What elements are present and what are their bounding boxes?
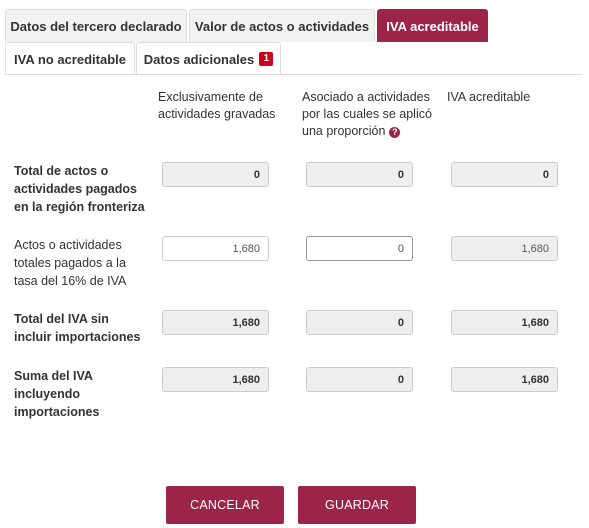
row-label-line: importaciones <box>14 405 100 419</box>
column-header-line: una proporción? <box>302 123 442 140</box>
total-sin-importaciones-iva-field <box>451 310 558 335</box>
tab-datos-adicionales[interactable]: Datos adicionales 1 <box>136 42 281 75</box>
tasa-16-exclusivas-input[interactable] <box>162 236 269 261</box>
row-label-line: Total del IVA sin <box>14 312 109 326</box>
column-header-line: Asociado a actividades <box>302 90 430 104</box>
tab-label: Datos adicionales <box>143 51 255 67</box>
column-header-line: Exclusivamente de <box>158 90 263 104</box>
row-label-region-fronteriza: Total de actos o actividades pagados en … <box>14 162 149 216</box>
region-fronteriza-exclusivas-field <box>162 162 269 187</box>
suma-importaciones-asociado-field <box>306 367 413 392</box>
total-sin-importaciones-asociado-field <box>306 310 413 335</box>
save-button[interactable]: GUARDAR <box>298 486 416 524</box>
row-label-total-sin-importaciones: Total del IVA sin incluir importaciones <box>14 310 149 346</box>
iva-acreditable-form: Datos del tercero declarado Valor de act… <box>0 0 589 528</box>
row-label-line: tasa del 16% de IVA <box>14 274 127 288</box>
row-label-line: Actos o actividades <box>14 238 122 252</box>
tasa-16-iva-field <box>451 236 558 261</box>
row-label-tasa-16: Actos o actividades totales pagados a la… <box>14 236 149 290</box>
column-header-line: actividades gravadas <box>158 107 276 121</box>
region-fronteriza-iva-field <box>451 162 558 187</box>
column-header-iva-acreditable: IVA acreditable <box>447 89 577 106</box>
cancel-button[interactable]: CANCELAR <box>166 486 284 524</box>
region-fronteriza-asociado-field <box>306 162 413 187</box>
row-label-line: Total de actos o <box>14 164 109 178</box>
row-label-line: Suma del IVA <box>14 369 93 383</box>
column-header-asociado: Asociado a actividades por las cuales se… <box>302 89 442 140</box>
tab-valor-actos[interactable]: Valor de actos o actividades <box>189 9 375 42</box>
tasa-16-asociado-input[interactable] <box>306 236 413 261</box>
column-header-line: IVA acreditable <box>447 90 531 104</box>
tab-label: IVA no acreditable <box>14 51 126 67</box>
tab-label: Valor de actos o actividades <box>194 18 370 34</box>
tab-datos-tercero[interactable]: Datos del tercero declarado <box>5 9 187 42</box>
row-label-line: totales pagados a la <box>14 256 126 270</box>
question-circle-icon[interactable]: ? <box>389 127 401 138</box>
column-header-text: una proporción <box>302 124 386 138</box>
row-label-line: incluyendo <box>14 387 80 401</box>
column-header-exclusivamente: Exclusivamente de actividades gravadas <box>158 89 288 123</box>
tab-iva-no-acreditable[interactable]: IVA no acreditable <box>5 42 135 75</box>
row-label-suma-con-importaciones: Suma del IVA incluyendo importaciones <box>14 367 149 421</box>
tab-iva-acreditable[interactable]: IVA acreditable <box>377 9 488 42</box>
total-sin-importaciones-exclusivas-field <box>162 310 269 335</box>
tab-label: Datos del tercero declarado <box>10 18 182 34</box>
row-label-line: incluir importaciones <box>14 330 141 344</box>
column-header-line: por las cuales se aplicó <box>302 107 432 121</box>
notification-badge: 1 <box>259 52 274 66</box>
suma-importaciones-iva-field <box>451 367 558 392</box>
row-label-line: en la región fronteriza <box>14 200 145 214</box>
tab-label: IVA acreditable <box>386 18 479 34</box>
tabs-divider <box>5 74 582 75</box>
suma-importaciones-exclusivas-field <box>162 367 269 392</box>
row-label-line: actividades pagados <box>14 182 137 196</box>
